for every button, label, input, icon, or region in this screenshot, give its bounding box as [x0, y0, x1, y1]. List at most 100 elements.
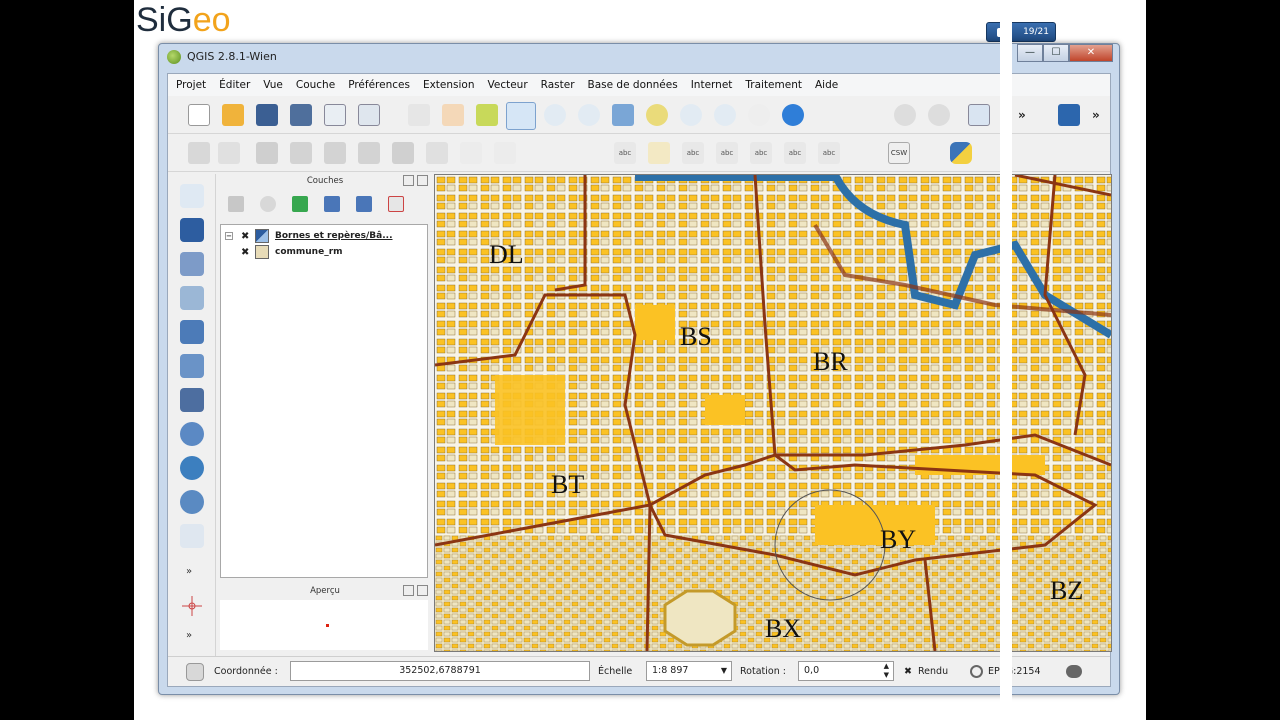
- save-edits-icon[interactable]: [256, 142, 278, 164]
- add-db2-layer-icon[interactable]: [180, 388, 204, 412]
- left-toolbar-overflow-chevron-2[interactable]: »: [186, 630, 192, 641]
- layer-labeling-icon[interactable]: [648, 142, 670, 164]
- layer-tree: − ✖ Bornes et repères/Bâ... ✖ commune_rm: [220, 224, 428, 578]
- python-console-icon[interactable]: [950, 142, 972, 164]
- chevron-down-icon[interactable]: ▼: [721, 662, 727, 680]
- undock-icon[interactable]: [403, 585, 414, 596]
- filter-funnel-icon[interactable]: [292, 196, 308, 212]
- zoom-full-icon[interactable]: [612, 104, 634, 126]
- csw-icon[interactable]: CSW: [888, 142, 910, 164]
- menu-editer[interactable]: Éditer: [219, 79, 250, 91]
- add-wms-layer-icon[interactable]: [180, 422, 204, 446]
- toggle-editing-icon[interactable]: [188, 142, 210, 164]
- select-features-icon[interactable]: [968, 104, 990, 126]
- pan-to-selection-icon[interactable]: [476, 104, 498, 126]
- zoom-last-icon[interactable]: [714, 104, 736, 126]
- add-feature-icon[interactable]: [290, 142, 312, 164]
- zoom-out-icon[interactable]: [544, 104, 566, 126]
- add-spatialite-layer-icon[interactable]: [180, 286, 204, 310]
- touch-zoom-icon[interactable]: [408, 104, 430, 126]
- delete-icon[interactable]: [392, 142, 414, 164]
- toolbar-overflow-chevron[interactable]: »: [1018, 108, 1026, 122]
- add-wcs-layer-icon[interactable]: [180, 456, 204, 480]
- menu-raster[interactable]: Raster: [541, 79, 575, 91]
- layer-checkbox[interactable]: ✖: [241, 247, 251, 258]
- cut-icon[interactable]: [426, 142, 448, 164]
- menu-base-de-donnees[interactable]: Base de données: [588, 79, 678, 91]
- layer-row-commune[interactable]: ✖ commune_rm: [225, 245, 343, 259]
- zoom-next-icon[interactable]: [748, 104, 770, 126]
- undock-icon[interactable]: [403, 175, 414, 186]
- menu-vecteur[interactable]: Vecteur: [488, 79, 528, 91]
- rotate-label-icon[interactable]: abc: [784, 142, 806, 164]
- menu-extension[interactable]: Extension: [423, 79, 475, 91]
- expander-icon[interactable]: −: [225, 232, 233, 240]
- menu-couche[interactable]: Couche: [296, 79, 335, 91]
- refresh-icon[interactable]: [782, 104, 804, 126]
- add-postgis-layer-icon[interactable]: [180, 252, 204, 276]
- coordinate-toggle-icon[interactable]: [186, 663, 204, 681]
- scale-combobox[interactable]: 1:8 897 ▼: [646, 661, 732, 681]
- move-feature-icon[interactable]: [324, 142, 346, 164]
- add-oracle-layer-icon[interactable]: [180, 354, 204, 378]
- expand-all-icon[interactable]: [324, 196, 340, 212]
- menu-internet[interactable]: Internet: [691, 79, 733, 91]
- add-raster-layer-icon[interactable]: [180, 218, 204, 242]
- copy-icon[interactable]: [460, 142, 482, 164]
- remove-layer-icon[interactable]: [388, 196, 404, 212]
- collapse-all-icon[interactable]: [356, 196, 372, 212]
- save-icon[interactable]: [256, 104, 278, 126]
- save-as-icon[interactable]: [290, 104, 312, 126]
- layer-checkbox[interactable]: ✖: [241, 231, 251, 242]
- label-tool-icon[interactable]: abc: [614, 142, 636, 164]
- menu-preferences[interactable]: Préférences: [348, 79, 410, 91]
- render-checkbox[interactable]: ✖: [904, 666, 912, 677]
- paste-icon[interactable]: [494, 142, 516, 164]
- left-toolbar-overflow-chevron[interactable]: »: [186, 566, 192, 577]
- menu-projet[interactable]: Projet: [176, 79, 206, 91]
- menu-traitement[interactable]: Traitement: [745, 79, 802, 91]
- spin-arrows-icon[interactable]: ▲ ▼: [884, 662, 889, 680]
- action-gear-icon[interactable]: [928, 104, 950, 126]
- change-label-icon[interactable]: abc: [818, 142, 840, 164]
- toolbar-overflow-chevron-2[interactable]: »: [1092, 108, 1100, 122]
- zoom-to-layer-icon[interactable]: [680, 104, 702, 126]
- zoom-to-selection-icon[interactable]: [646, 104, 668, 126]
- help-icon[interactable]: [1058, 104, 1080, 126]
- messages-icon[interactable]: [1066, 665, 1082, 678]
- panel-close-icon[interactable]: [417, 585, 428, 596]
- pan-hand-icon[interactable]: [442, 104, 464, 126]
- node-tool-icon[interactable]: [358, 142, 380, 164]
- new-project-icon[interactable]: [188, 104, 210, 126]
- pin-labels-icon[interactable]: abc: [682, 142, 704, 164]
- close-button[interactable]: ✕: [1069, 44, 1113, 62]
- identify-icon[interactable]: [894, 104, 916, 126]
- menu-vue[interactable]: Vue: [263, 79, 283, 91]
- menu-aide[interactable]: Aide: [815, 79, 838, 91]
- composer-manager-icon[interactable]: [358, 104, 380, 126]
- new-print-composer-icon[interactable]: [324, 104, 346, 126]
- coordinate-field[interactable]: 352502,6788791: [290, 661, 590, 681]
- move-label-icon[interactable]: abc: [750, 142, 772, 164]
- crs-label[interactable]: EPSG:2154: [988, 666, 1041, 677]
- layer-style-icon[interactable]: [228, 196, 244, 212]
- add-wfs-layer-icon[interactable]: [180, 490, 204, 514]
- overview-map[interactable]: [220, 600, 428, 650]
- open-folder-icon[interactable]: [222, 104, 244, 126]
- zoom-native-icon[interactable]: [578, 104, 600, 126]
- zoom-in-icon[interactable]: [506, 102, 536, 130]
- minimize-button[interactable]: —: [1017, 44, 1043, 62]
- visibility-eye-icon[interactable]: [260, 196, 276, 212]
- crosshair-icon[interactable]: [180, 594, 204, 618]
- rotation-spinbox[interactable]: 0,0 ▲ ▼: [798, 661, 894, 681]
- panel-close-icon[interactable]: [417, 175, 428, 186]
- taskbar-badge[interactable]: 19/21: [986, 22, 1056, 42]
- add-mssql-layer-icon[interactable]: [180, 320, 204, 344]
- add-vector-layer-icon[interactable]: [180, 184, 204, 208]
- show-hide-labels-icon[interactable]: abc: [716, 142, 738, 164]
- maximize-button[interactable]: ☐: [1043, 44, 1069, 62]
- current-edits-icon[interactable]: [218, 142, 240, 164]
- crs-globe-icon[interactable]: [970, 665, 983, 678]
- layer-row-bornes[interactable]: − ✖ Bornes et repères/Bâ...: [225, 229, 393, 243]
- add-delimited-text-layer-icon[interactable]: [180, 524, 204, 548]
